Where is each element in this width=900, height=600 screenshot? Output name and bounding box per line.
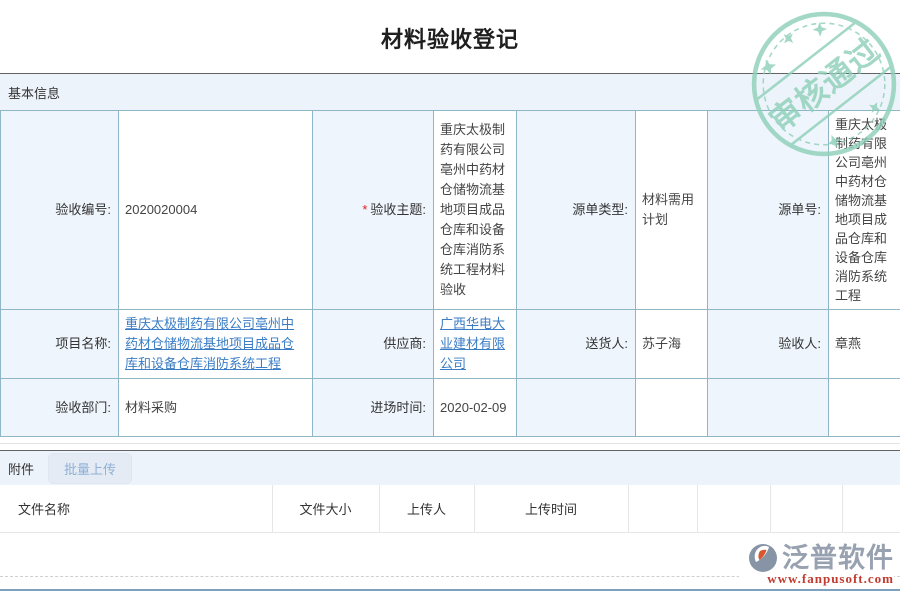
basic-info-section-title: 基本信息: [8, 83, 60, 102]
source-type-label: 源单类型:: [517, 111, 636, 310]
attachments-col-uploader: 上传人: [379, 485, 474, 532]
batch-upload-button[interactable]: 批量上传: [48, 453, 132, 484]
project-name-label: 项目名称:: [1, 310, 119, 379]
page-bottom-border: [0, 589, 900, 591]
attachments-header-row: 文件名称 文件大小 上传人 上传时间: [0, 485, 900, 532]
acceptor-label: 验收人:: [708, 310, 829, 379]
table-row: 验收编号: 2020020004 *验收主题: 重庆太极制药有限公司亳州中药材仓…: [1, 111, 900, 310]
subject-label: *验收主题:: [313, 111, 434, 310]
subject-value: 重庆太极制药有限公司亳州中药材仓储物流基地项目成品仓库和设备仓库消防系统工程材料…: [434, 111, 517, 310]
subject-label-text: 验收主题:: [370, 202, 426, 217]
vendor-name: 泛普软件: [782, 543, 894, 573]
basic-info-table: 验收编号: 2020020004 *验收主题: 重庆太极制药有限公司亳州中药材仓…: [0, 110, 900, 437]
empty-value-cell: [829, 379, 900, 437]
deliverer-value: 苏子海: [636, 310, 708, 379]
deliverer-label: 送货人:: [517, 310, 636, 379]
table-row: 项目名称: 重庆太极制药有限公司亳州中药材仓储物流基地项目成品仓库和设备仓库消防…: [1, 310, 900, 379]
attachments-col-file-name: 文件名称: [0, 485, 272, 532]
source-no-label: 源单号:: [708, 111, 829, 310]
source-type-value: 材料需用计划: [636, 111, 708, 310]
attachments-header-empty-cell: [628, 485, 697, 532]
attachments-header-empty-cell: [842, 485, 900, 532]
attachments-header-empty-cell: [697, 485, 770, 532]
department-label: 验收部门:: [1, 379, 119, 437]
acceptance-no-label: 验收编号:: [1, 111, 119, 310]
empty-label-cell: [517, 379, 636, 437]
attachments-section-title: 附件: [8, 459, 34, 478]
supplier-value: 广西华电大业建材有限公司: [434, 310, 517, 379]
acceptor-value: 章燕: [829, 310, 900, 379]
section-divider: [0, 443, 900, 444]
attachments-col-file-size: 文件大小: [272, 485, 379, 532]
attachments-col-upload-time: 上传时间: [474, 485, 628, 532]
empty-value-cell: [636, 379, 708, 437]
vendor-logo: 泛普软件 www.fanpusoft.com: [739, 542, 894, 587]
required-mark: *: [362, 202, 367, 217]
attachments-table: 文件名称 文件大小 上传人 上传时间: [0, 485, 900, 533]
page-title: 材料验收登记: [0, 22, 900, 54]
supplier-link[interactable]: 广西华电大业建材有限公司: [440, 316, 505, 371]
basic-info-section-bar: 基本信息: [0, 73, 900, 110]
source-no-value: 重庆太极制药有限公司亳州中药材仓储物流基地项目成品仓库和设备仓库消防系统工程: [829, 111, 900, 310]
vendor-logo-icon: [747, 542, 779, 574]
entry-time-label: 进场时间:: [313, 379, 434, 437]
department-value: 材料采购: [119, 379, 313, 437]
attachments-section-bar: 附件 批量上传: [0, 450, 900, 485]
table-row: 验收部门: 材料采购 进场时间: 2020-02-09: [1, 379, 900, 437]
entry-time-value: 2020-02-09: [434, 379, 517, 437]
project-name-link[interactable]: 重庆太极制药有限公司亳州中药材仓储物流基地项目成品仓库和设备仓库消防系统工程: [125, 316, 294, 371]
acceptance-no-value: 2020020004: [119, 111, 313, 310]
supplier-label: 供应商:: [313, 310, 434, 379]
attachments-header-empty-cell: [770, 485, 842, 532]
project-name-value: 重庆太极制药有限公司亳州中药材仓储物流基地项目成品仓库和设备仓库消防系统工程: [119, 310, 313, 379]
empty-label-cell: [708, 379, 829, 437]
vendor-url: www.fanpusoft.com: [767, 571, 894, 587]
